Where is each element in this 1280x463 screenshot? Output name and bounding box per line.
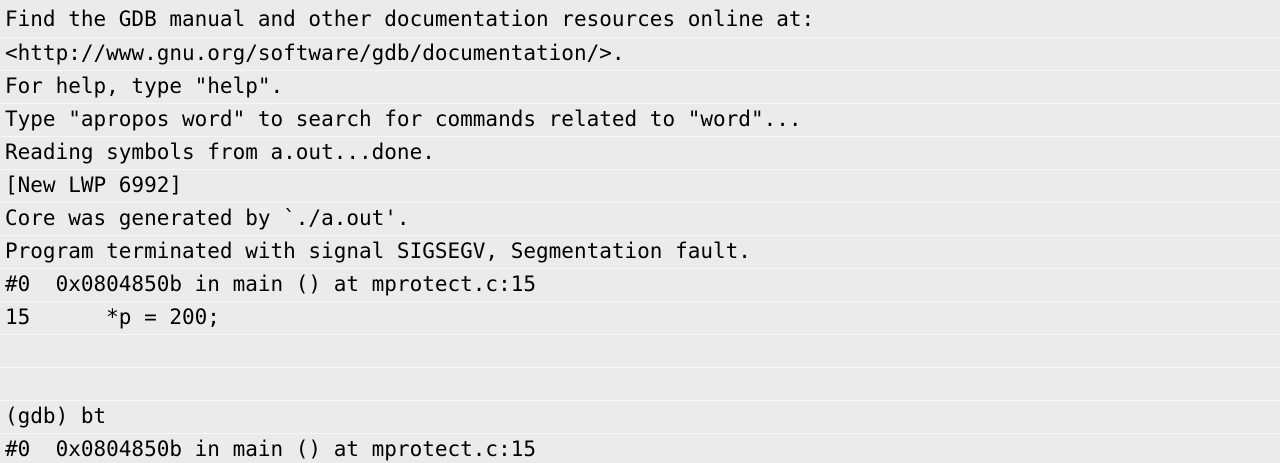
terminal-line: #0 0x0804850b in main () at mprotect.c:1… — [0, 433, 1280, 463]
terminal-output: Find the GDB manual and other documentat… — [0, 0, 1280, 463]
terminal-line: Reading symbols from a.out...done. — [0, 136, 1280, 167]
terminal-prompt-line: (gdb) bt — [0, 400, 1280, 431]
terminal-line: Type "apropos word" to search for comman… — [0, 103, 1280, 134]
terminal-line: Core was generated by `./a.out'. — [0, 202, 1280, 233]
terminal-line: <http://www.gnu.org/software/gdb/documen… — [0, 37, 1280, 68]
terminal-line — [0, 367, 1280, 398]
terminal-line: For help, type "help". — [0, 70, 1280, 101]
terminal-line: Program terminated with signal SIGSEGV, … — [0, 235, 1280, 266]
terminal-line — [0, 334, 1280, 365]
terminal-line: [New LWP 6992] — [0, 169, 1280, 200]
terminal-line: #0 0x0804850b in main () at mprotect.c:1… — [0, 268, 1280, 299]
terminal-line: Find the GDB manual and other documentat… — [5, 7, 815, 31]
terminal-line: 15 *p = 200; — [0, 301, 1280, 332]
